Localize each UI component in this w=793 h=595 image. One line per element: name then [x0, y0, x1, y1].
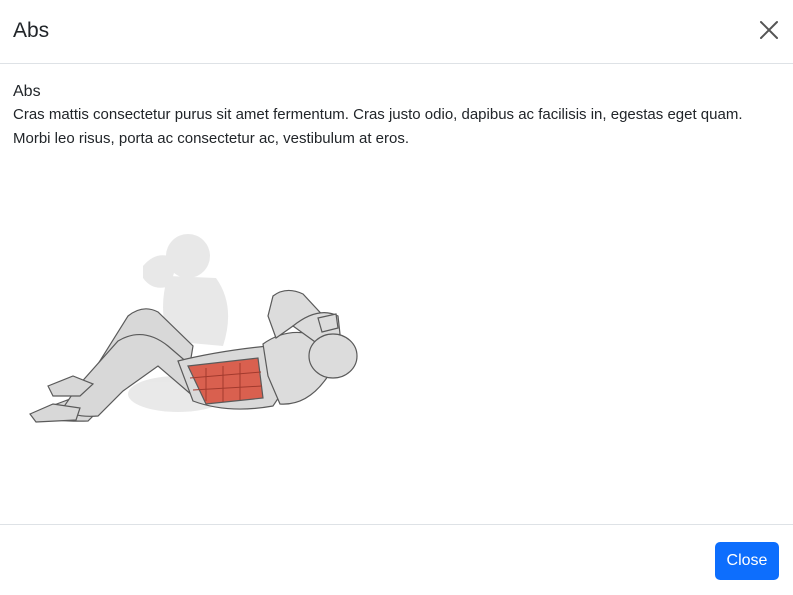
exercise-description: Cras mattis consectetur purus sit amet f… — [13, 106, 743, 147]
modal-title: Abs — [13, 19, 50, 42]
exercise-heading: Abs — [13, 83, 41, 100]
crunch-exercise-illustration — [18, 226, 368, 426]
close-button[interactable]: Close — [715, 542, 779, 580]
modal-footer: Close — [0, 524, 793, 595]
close-icon[interactable] — [757, 18, 781, 42]
modal-header: Abs — [0, 0, 793, 64]
exercise-modal: Abs Abs Cras mattis consectetur purus si… — [0, 0, 793, 595]
modal-body: Abs Cras mattis consectetur purus sit am… — [13, 80, 753, 151]
